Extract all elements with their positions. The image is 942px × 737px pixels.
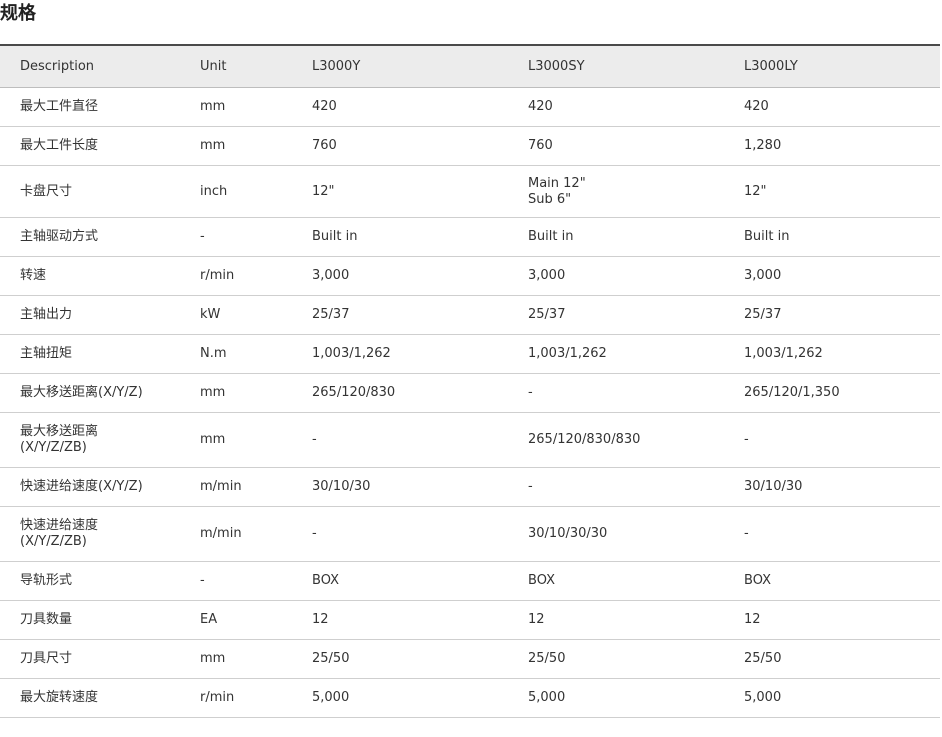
cell-l3000sy: BOX (528, 561, 744, 601)
cell-description: 最大移送距离 (X/Y/Z/ZB) (0, 412, 200, 468)
cell-l3000y: BOX (312, 561, 528, 601)
cell-l3000ly: - (744, 506, 940, 562)
table-row: 最大移送距离(X/Y/Z) mm 265/120/830-265/120/1,350 (0, 373, 940, 413)
cell-l3000y: 5,000 (312, 678, 528, 718)
cell-l3000sy: 25/37 (528, 295, 744, 335)
cell-unit: mm (200, 412, 312, 468)
table-row: 转速 r/min 3,000 3,000 3,000 (0, 256, 940, 296)
cell-description: 导轨形式 (0, 561, 200, 601)
cell-l3000sy: 12 (528, 600, 744, 640)
header-unit: Unit (200, 45, 312, 88)
cell-l3000y: 30/10/30 (312, 467, 528, 507)
cell-l3000sy: 30/10/30/30 (528, 506, 744, 562)
cell-description: 主轴扭矩 (0, 334, 200, 374)
cell-unit: mm (200, 87, 312, 127)
table-row: 快速进给速度(X/Y/Z) m/min 30/10/30-30/10/30 (0, 467, 940, 507)
cell-l3000y: - (312, 412, 528, 468)
cell-l3000sy: 1,003/1,262 (528, 334, 744, 374)
cell-l3000sy: 5,000 (528, 678, 744, 718)
cell-l3000y: 1,003/1,262 (312, 334, 528, 374)
table-row: 主轴出力 kW 25/37 25/37 25/37 (0, 295, 940, 335)
cell-unit: - (200, 561, 312, 601)
cell-unit: EA (200, 600, 312, 640)
table-row: 最大移送距离 (X/Y/Z/ZB) mm -265/120/830/830- (0, 412, 940, 468)
header-model-l3000ly: L3000LY (744, 45, 940, 88)
cell-description: 最大移送距离(X/Y/Z) (0, 373, 200, 413)
cell-l3000sy: 760 (528, 126, 744, 166)
table-row: 主轴扭矩 N.m 1,003/1,262 1,003/1,262 1,003/1,262 (0, 334, 940, 374)
table-row: 刀具尺寸 mm 25/50 25/50 25/50 (0, 639, 940, 679)
cell-l3000ly: 3,000 (744, 256, 940, 296)
cell-description: 卡盘尺寸 (0, 165, 200, 218)
cell-description: 刀具尺寸 (0, 639, 200, 679)
cell-unit: m/min (200, 467, 312, 507)
cell-l3000ly: 1,003/1,262 (744, 334, 940, 374)
table-row: 导轨形式 - BOX BOX BOX (0, 561, 940, 601)
cell-l3000y: 3,000 (312, 256, 528, 296)
cell-unit: r/min (200, 678, 312, 718)
cell-description: 最大工件直径 (0, 87, 200, 127)
cell-l3000y: 760 (312, 126, 528, 166)
cell-l3000ly: 1,280 (744, 126, 940, 166)
table-row: 最大工件直径 mm 420 420 420 (0, 87, 940, 127)
table-row: 最大工件长度 mm 760 760 1,280 (0, 126, 940, 166)
cell-l3000y: Built in (312, 217, 528, 257)
specification-table: Description Unit L3000Y L3000SY L3000LY … (0, 44, 940, 718)
cell-unit: mm (200, 639, 312, 679)
cell-l3000sy: 265/120/830/830 (528, 412, 744, 468)
cell-l3000ly: 420 (744, 87, 940, 127)
table-row: 主轴驱动方式 - Built in Built in Built in (0, 217, 940, 257)
cell-description: 主轴出力 (0, 295, 200, 335)
cell-unit: N.m (200, 334, 312, 374)
table-row: 最大旋转速度 r/min 5,000 5,000 5,000 (0, 678, 940, 718)
cell-l3000sy: 420 (528, 87, 744, 127)
cell-description: 主轴驱动方式 (0, 217, 200, 257)
cell-unit: mm (200, 126, 312, 166)
cell-l3000sy: Main 12" Sub 6" (528, 165, 744, 218)
cell-l3000ly: 25/50 (744, 639, 940, 679)
cell-l3000sy: - (528, 467, 744, 507)
cell-l3000ly: Built in (744, 217, 940, 257)
cell-l3000sy: Built in (528, 217, 744, 257)
cell-unit: kW (200, 295, 312, 335)
cell-l3000y: 420 (312, 87, 528, 127)
cell-l3000ly: 12 (744, 600, 940, 640)
table-row: 快速进给速度 (X/Y/Z/ZB) m/min -30/10/30/30- (0, 506, 940, 562)
cell-l3000y: - (312, 506, 528, 562)
cell-l3000y: 25/50 (312, 639, 528, 679)
cell-l3000ly: 12" (744, 165, 940, 218)
cell-l3000y: 12" (312, 165, 528, 218)
cell-l3000ly: 5,000 (744, 678, 940, 718)
cell-l3000sy: 25/50 (528, 639, 744, 679)
cell-l3000y: 25/37 (312, 295, 528, 335)
cell-l3000sy: - (528, 373, 744, 413)
cell-l3000y: 265/120/830 (312, 373, 528, 413)
header-description: Description (0, 45, 200, 88)
cell-description: 快速进给速度 (X/Y/Z/ZB) (0, 506, 200, 562)
cell-l3000sy: 3,000 (528, 256, 744, 296)
cell-unit: m/min (200, 506, 312, 562)
cell-description: 快速进给速度(X/Y/Z) (0, 467, 200, 507)
cell-description: 刀具数量 (0, 600, 200, 640)
cell-l3000ly: BOX (744, 561, 940, 601)
cell-description: 最大工件长度 (0, 126, 200, 166)
cell-l3000ly: - (744, 412, 940, 468)
table-row: 卡盘尺寸 inch 12" Main 12" Sub 6" 12" (0, 165, 940, 218)
table-row: 刀具数量 EA 12 12 12 (0, 600, 940, 640)
header-model-l3000sy: L3000SY (528, 45, 744, 88)
cell-description: 转速 (0, 256, 200, 296)
cell-description: 最大旋转速度 (0, 678, 200, 718)
cell-l3000ly: 30/10/30 (744, 467, 940, 507)
page-title: 规格 (0, 3, 36, 24)
cell-unit: - (200, 217, 312, 257)
cell-l3000ly: 265/120/1,350 (744, 373, 940, 413)
cell-unit: r/min (200, 256, 312, 296)
table-header-row: Description Unit L3000Y L3000SY L3000LY (0, 45, 940, 88)
cell-l3000ly: 25/37 (744, 295, 940, 335)
table-body: 最大工件直径 mm 420 420 420 最大工件长度 mm 760 760 1,280 卡盘尺寸… (0, 87, 940, 718)
cell-unit: mm (200, 373, 312, 413)
cell-unit: inch (200, 165, 312, 218)
header-model-l3000y: L3000Y (312, 45, 528, 88)
cell-l3000y: 12 (312, 600, 528, 640)
